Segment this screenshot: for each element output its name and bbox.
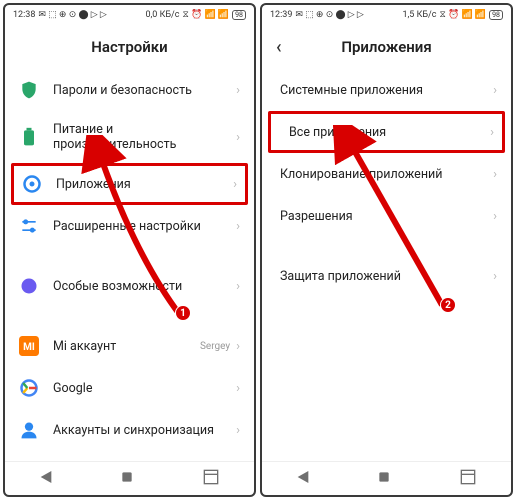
back-button[interactable]: ‹ <box>272 33 286 62</box>
mi-icon: MI <box>19 336 39 356</box>
google-icon <box>19 378 39 398</box>
nav-home-icon[interactable] <box>376 469 392 489</box>
row-label: Защита приложений <box>280 269 493 284</box>
phone-right: 12:39 ✉ ⬚ ⊕ ⊙ ⬤ ▷ ▷ 1,5 КБ/с ⧖ ⏰ 📶 📶 98 … <box>260 3 513 497</box>
chevron-right-icon: › <box>236 381 240 396</box>
row-apps[interactable]: Приложения › <box>11 163 248 205</box>
nav-back-icon[interactable] <box>295 469 311 489</box>
row-label: Расширенные настройки <box>53 219 236 234</box>
row-app-lock[interactable]: Защита приложений › <box>262 255 511 297</box>
status-net: 0,0 КБ/с <box>145 10 179 20</box>
row-mi-account[interactable]: MI Mi аккаунт Sergey › <box>5 325 254 367</box>
gear-icon <box>22 174 42 194</box>
battery-icon <box>19 127 39 147</box>
page-title: Настройки <box>91 38 167 56</box>
chevron-right-icon: › <box>493 167 497 182</box>
battery-icon: 98 <box>232 10 246 20</box>
chevron-right-icon: › <box>233 177 237 192</box>
nav-home-icon[interactable] <box>119 469 135 489</box>
row-dual-apps[interactable]: Клонирование приложений › <box>262 153 511 195</box>
nav-bar <box>262 461 511 495</box>
user-icon <box>19 420 39 440</box>
annotation-badge-2: 2 <box>440 297 456 313</box>
svg-text:MI: MI <box>23 342 35 353</box>
page-title: Приложения <box>341 38 431 56</box>
row-label: Питание и производительность <box>53 122 236 152</box>
row-label: Mi аккаунт <box>53 339 200 354</box>
battery-icon: 98 <box>489 10 503 20</box>
row-label: Системные приложения <box>280 83 493 98</box>
annotation-badge-1: 1 <box>175 305 191 321</box>
status-time: 12:39 <box>270 10 292 20</box>
nav-recents-icon[interactable] <box>458 469 478 489</box>
chevron-right-icon: › <box>236 219 240 234</box>
chevron-right-icon: › <box>493 209 497 224</box>
row-label: Приложения <box>56 177 233 192</box>
row-label: Клонирование приложений <box>280 167 493 182</box>
chevron-right-icon: › <box>236 279 240 294</box>
row-google[interactable]: Google › <box>5 367 254 409</box>
status-net: 1,5 КБ/с <box>402 10 436 20</box>
blob-icon <box>19 276 39 296</box>
row-label: Все приложения <box>289 125 490 140</box>
nav-recents-icon[interactable] <box>201 469 221 489</box>
row-all-apps[interactable]: Все приложения › <box>268 111 505 153</box>
chevron-right-icon: › <box>493 83 497 98</box>
apps-list: Системные приложения › Все приложения › … <box>262 69 511 461</box>
row-label: Особые возможности <box>53 279 236 294</box>
phone-left: 12:38 ✉ ⬚ ⊕ ⊙ ⬤ ▷ ▷ 0,0 КБ/с ⧖ ⏰ 📶 📶 98 … <box>3 3 256 497</box>
nav-back-icon[interactable] <box>38 469 54 489</box>
status-time: 12:38 <box>13 10 35 20</box>
settings-list: Пароли и безопасность › Питание и произв… <box>5 69 254 461</box>
chevron-right-icon: › <box>236 423 240 438</box>
chevron-right-icon: › <box>490 125 494 140</box>
row-label: Google <box>53 381 236 396</box>
sliders-icon <box>19 216 39 236</box>
header: Настройки <box>5 25 254 69</box>
row-label: Разрешения <box>280 209 493 224</box>
header: ‹ Приложения <box>262 25 511 69</box>
statusbar: 12:39 ✉ ⬚ ⊕ ⊙ ⬤ ▷ ▷ 1,5 КБ/с ⧖ ⏰ 📶 📶 98 <box>262 5 511 25</box>
row-accounts-sync[interactable]: Аккаунты и синхронизация › <box>5 409 254 451</box>
row-label: Аккаунты и синхронизация <box>53 423 236 438</box>
row-system-apps[interactable]: Системные приложения › <box>262 69 511 111</box>
statusbar: 12:38 ✉ ⬚ ⊕ ⊙ ⬤ ▷ ▷ 0,0 КБ/с ⧖ ⏰ 📶 📶 98 <box>5 5 254 25</box>
shield-icon <box>19 80 39 100</box>
row-battery-performance[interactable]: Питание и производительность › <box>5 111 254 163</box>
row-passwords-security[interactable]: Пароли и безопасность › <box>5 69 254 111</box>
row-accessibility[interactable]: Особые возможности › <box>5 265 254 307</box>
chevron-right-icon: › <box>236 130 240 145</box>
row-label: Пароли и безопасность <box>53 83 236 98</box>
chevron-right-icon: › <box>236 339 240 354</box>
chevron-right-icon: › <box>236 83 240 98</box>
chevron-right-icon: › <box>493 269 497 284</box>
row-sublabel: Sergey <box>200 341 230 352</box>
row-permissions[interactable]: Разрешения › <box>262 195 511 237</box>
nav-bar <box>5 461 254 495</box>
row-advanced-settings[interactable]: Расширенные настройки › <box>5 205 254 247</box>
